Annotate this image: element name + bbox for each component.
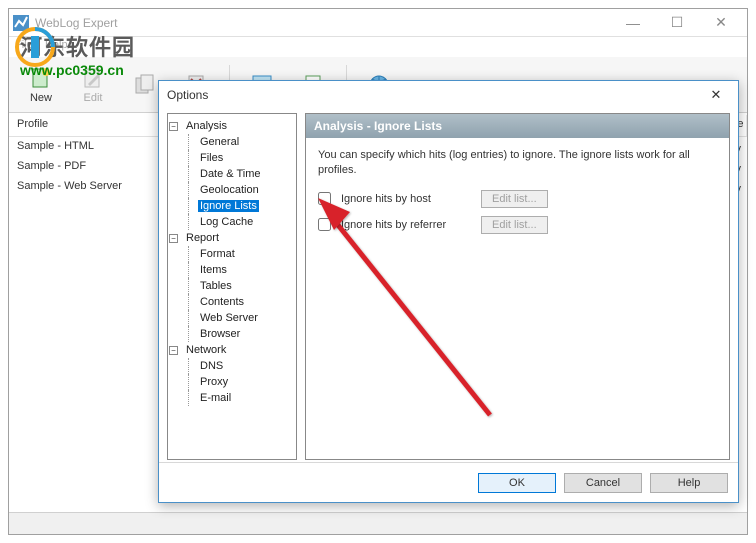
tree-dns[interactable]: DNS bbox=[198, 360, 225, 372]
ignore-referrer-label[interactable]: Ignore hits by referrer bbox=[341, 219, 471, 231]
tree-files[interactable]: Files bbox=[198, 152, 225, 164]
ignore-host-label[interactable]: Ignore hits by host bbox=[341, 193, 471, 205]
tree-network[interactable]: Network bbox=[184, 344, 228, 356]
tree-webserver[interactable]: Web Server bbox=[198, 312, 260, 324]
tree-email[interactable]: E-mail bbox=[198, 392, 233, 404]
tree-datetime[interactable]: Date & Time bbox=[198, 168, 263, 180]
new-label: New bbox=[30, 92, 52, 104]
edit-host-list-button: Edit list... bbox=[481, 190, 548, 208]
ignore-host-checkbox[interactable] bbox=[318, 192, 331, 205]
copy-icon bbox=[133, 73, 157, 97]
collapse-icon[interactable]: − bbox=[169, 234, 178, 243]
tree-items[interactable]: Items bbox=[198, 264, 229, 276]
close-button[interactable]: ✕ bbox=[699, 9, 743, 37]
collapse-icon[interactable]: − bbox=[169, 346, 178, 355]
options-tree[interactable]: −Analysis General Files Date & Time Geol… bbox=[167, 113, 297, 460]
maximize-button[interactable]: ☐ bbox=[655, 9, 699, 37]
statusbar bbox=[9, 512, 747, 534]
tree-tables[interactable]: Tables bbox=[198, 280, 234, 292]
dialog-footer: OK Cancel Help bbox=[159, 462, 738, 502]
dialog-title: Options bbox=[167, 88, 702, 102]
tree-browser[interactable]: Browser bbox=[198, 328, 242, 340]
tree-proxy[interactable]: Proxy bbox=[198, 376, 230, 388]
app-icon bbox=[13, 15, 29, 31]
edit-button: Edit bbox=[69, 61, 117, 109]
ignore-referrer-checkbox[interactable] bbox=[318, 218, 331, 231]
app-title: WebLog Expert bbox=[35, 16, 611, 30]
dialog-titlebar: Options ✕ bbox=[159, 81, 738, 109]
new-icon bbox=[29, 66, 53, 90]
help-button[interactable]: Help bbox=[650, 473, 728, 493]
tree-analysis[interactable]: Analysis bbox=[184, 120, 229, 132]
panel-description: You can specify which hits (log entries)… bbox=[318, 148, 717, 178]
tree-report[interactable]: Report bbox=[184, 232, 221, 244]
menu-file[interactable]: File bbox=[15, 39, 33, 51]
menu-help[interactable]: Help bbox=[45, 39, 68, 51]
edit-referrer-list-button: Edit list... bbox=[481, 216, 548, 234]
titlebar: WebLog Expert — ☐ ✕ bbox=[9, 9, 747, 37]
tree-format[interactable]: Format bbox=[198, 248, 237, 260]
menubar: File Help bbox=[9, 37, 747, 57]
edit-icon bbox=[81, 66, 105, 90]
cancel-button[interactable]: Cancel bbox=[564, 473, 642, 493]
panel-heading: Analysis - Ignore Lists bbox=[306, 114, 729, 138]
collapse-icon[interactable]: − bbox=[169, 122, 178, 131]
edit-label: Edit bbox=[84, 92, 103, 104]
tree-general[interactable]: General bbox=[198, 136, 241, 148]
dialog-close-button[interactable]: ✕ bbox=[702, 85, 730, 105]
tree-ignore-lists[interactable]: Ignore Lists bbox=[198, 200, 259, 212]
minimize-button[interactable]: — bbox=[611, 9, 655, 37]
tree-contents[interactable]: Contents bbox=[198, 296, 246, 308]
ok-button[interactable]: OK bbox=[478, 473, 556, 493]
options-dialog: Options ✕ −Analysis General Files Date &… bbox=[158, 80, 739, 503]
new-button[interactable]: New bbox=[17, 61, 65, 109]
options-panel: Analysis - Ignore Lists You can specify … bbox=[305, 113, 730, 460]
tree-geolocation[interactable]: Geolocation bbox=[198, 184, 261, 196]
tree-log-cache[interactable]: Log Cache bbox=[198, 216, 255, 228]
